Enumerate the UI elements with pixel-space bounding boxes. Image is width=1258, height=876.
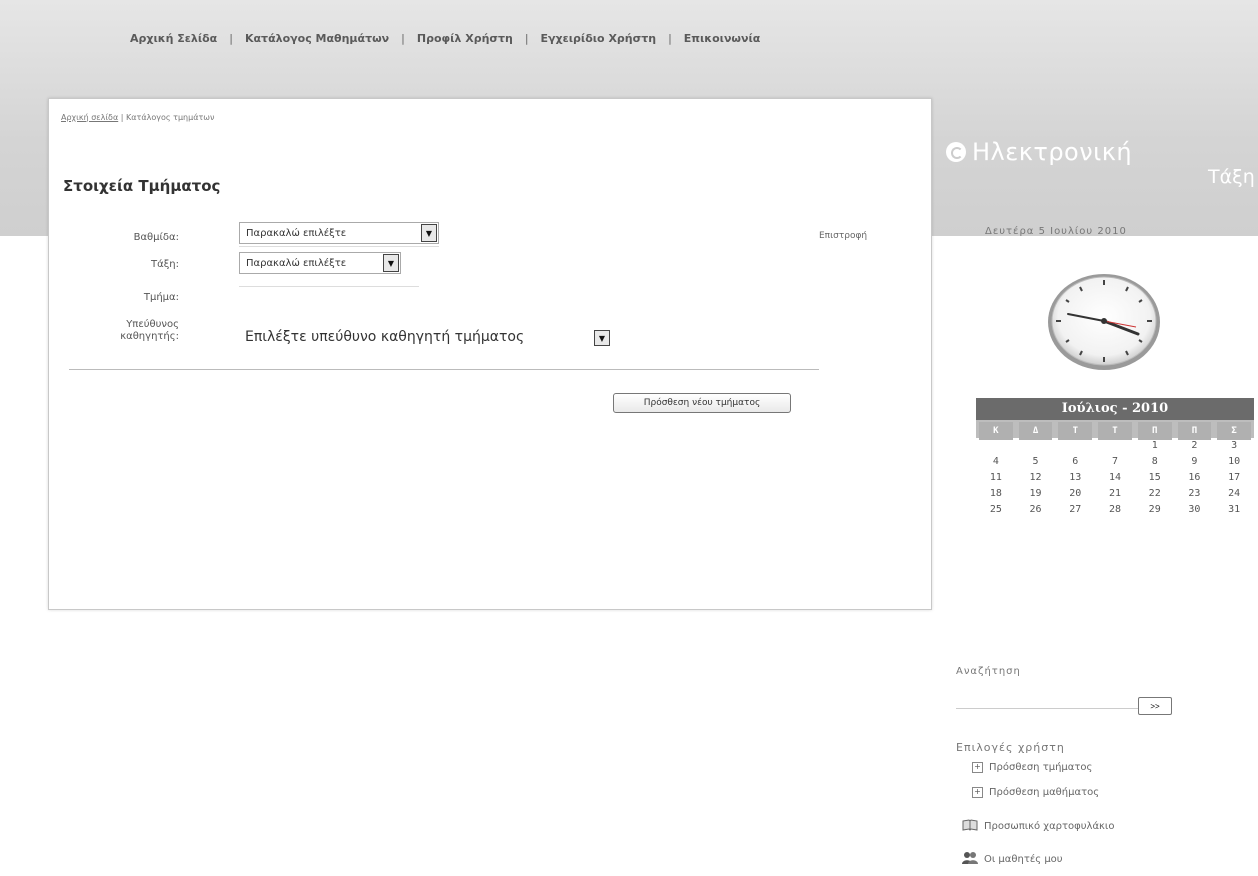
divider [239, 246, 439, 247]
calendar-day[interactable]: 11 [976, 470, 1016, 486]
search-button[interactable]: >> [1138, 697, 1172, 715]
my-students-label: Οι μαθητές μου [984, 854, 1063, 865]
nav-separator: | [524, 32, 529, 45]
nav-separator: | [668, 32, 672, 45]
grade-label: Βαθμίδα: [133, 232, 179, 243]
user-options-title: Επιλογές χρήστη [956, 741, 1065, 754]
calendar-day[interactable]: 28 [1095, 502, 1135, 518]
breadcrumb-home-link[interactable]: Αρχική σελίδα [61, 113, 118, 122]
back-link[interactable]: Επιστροφή [819, 231, 867, 241]
chevron-down-icon[interactable]: ▼ [594, 330, 610, 346]
calendar-day[interactable]: 13 [1055, 470, 1095, 486]
portfolio-label: Προσωπικό χαρτοφυλάκιο [984, 821, 1115, 832]
calendar-days: 1 2 3 4 5 6 7 8 9 10 11 12 13 14 15 16 1… [976, 438, 1254, 518]
calendar-day[interactable]: 27 [1055, 502, 1095, 518]
calendar-day[interactable]: 1 [1135, 438, 1175, 454]
divider [69, 369, 819, 370]
plus-icon: + [972, 787, 983, 798]
calendar-day[interactable] [1016, 438, 1056, 454]
calendar-day[interactable]: 9 [1175, 454, 1215, 470]
chevron-down-icon[interactable]: ▼ [421, 224, 437, 242]
calendar-day[interactable]: 15 [1135, 470, 1175, 486]
add-section-link[interactable]: + Πρόσθεση τμήματος [972, 762, 1092, 773]
teacher-select[interactable]: Επιλέξτε υπεύθυνο καθηγητή τμήματος ▼ [239, 324, 611, 350]
portfolio-link[interactable]: Προσωπικό χαρτοφυλάκιο [962, 819, 1114, 834]
calendar: Ιούλιος - 2010 Κ Δ Τ Τ Π Π Σ 1 2 3 4 5 6… [976, 398, 1254, 518]
breadcrumb-separator: | [120, 113, 124, 122]
calendar-day[interactable]: 22 [1135, 486, 1175, 502]
calendar-day[interactable]: 25 [976, 502, 1016, 518]
calendar-day[interactable]: 3 [1214, 438, 1254, 454]
calendar-day[interactable]: 5 [1016, 454, 1056, 470]
calendar-day[interactable]: 2 [1175, 438, 1215, 454]
nav-course-catalog[interactable]: Κατάλογος Μαθημάτων [245, 32, 389, 45]
class-select-value: Παρακαλώ επιλέξτε [246, 257, 347, 269]
nav-separator: | [229, 32, 233, 45]
nav-user-manual[interactable]: Εγχειρίδιο Χρήστη [541, 32, 657, 45]
nav-separator: | [401, 32, 405, 45]
calendar-day[interactable] [1055, 438, 1095, 454]
clock-icon [1042, 268, 1166, 376]
site-logo: Ηλεκτρονική Τάξη [946, 138, 1255, 188]
users-icon [962, 851, 978, 868]
main-panel: Αρχική σελίδα | Κατάλογος τμημάτων Στοιχ… [48, 98, 932, 610]
plus-icon: + [972, 762, 983, 773]
calendar-day[interactable] [976, 438, 1016, 454]
calendar-day[interactable]: 10 [1214, 454, 1254, 470]
teacher-label-line2: καθηγητής: [120, 331, 179, 342]
calendar-day[interactable]: 18 [976, 486, 1016, 502]
add-section-label: Πρόσθεση τμήματος [989, 762, 1093, 773]
add-section-button[interactable]: Πρόσθεση νέου τμήματος [613, 393, 791, 413]
calendar-day[interactable]: 4 [976, 454, 1016, 470]
logo-text-line2: Τάξη [1208, 166, 1255, 188]
logo-icon [946, 142, 966, 162]
calendar-day[interactable]: 8 [1135, 454, 1175, 470]
breadcrumb-current: Κατάλογος τμημάτων [126, 113, 215, 122]
search-input[interactable] [956, 684, 1140, 709]
calendar-header: Ιούλιος - 2010 [976, 398, 1254, 420]
calendar-day[interactable]: 12 [1016, 470, 1056, 486]
calendar-day[interactable]: 16 [1175, 470, 1215, 486]
section-label: Τμήμα: [143, 292, 179, 303]
nav-contact[interactable]: Επικοινωνία [684, 32, 761, 45]
calendar-day[interactable]: 19 [1016, 486, 1056, 502]
calendar-day[interactable]: 6 [1055, 454, 1095, 470]
teacher-label: Υπεύθυνος καθηγητής: [49, 319, 179, 343]
calendar-day[interactable]: 20 [1055, 486, 1095, 502]
calendar-day[interactable]: 17 [1214, 470, 1254, 486]
add-course-link[interactable]: + Πρόσθεση μαθήματος [972, 787, 1099, 798]
calendar-day[interactable]: 31 [1214, 502, 1254, 518]
chevron-down-icon[interactable]: ▼ [383, 254, 399, 272]
calendar-day[interactable] [1095, 438, 1135, 454]
calendar-day[interactable]: 24 [1214, 486, 1254, 502]
page-title: Στοιχεία Τμήματος [63, 177, 221, 195]
search-label: Αναζήτηση [956, 666, 1021, 677]
class-select[interactable]: Παρακαλώ επιλέξτε ▼ [239, 252, 401, 274]
nav-home[interactable]: Αρχική Σελίδα [130, 32, 217, 45]
calendar-day[interactable]: 23 [1175, 486, 1215, 502]
calendar-day[interactable]: 21 [1095, 486, 1135, 502]
calendar-day[interactable]: 26 [1016, 502, 1056, 518]
grade-select-value: Παρακαλώ επιλέξτε [246, 227, 347, 239]
logo-text-line1: Ηλεκτρονική [972, 138, 1133, 166]
calendar-day[interactable]: 7 [1095, 454, 1135, 470]
calendar-day[interactable]: 30 [1175, 502, 1215, 518]
calendar-day[interactable]: 29 [1135, 502, 1175, 518]
class-label: Τάξη: [151, 259, 179, 270]
teacher-select-value: Επιλέξτε υπεύθυνο καθηγητή τμήματος [245, 329, 525, 345]
add-course-label: Πρόσθεση μαθήματος [989, 787, 1100, 798]
current-date: Δευτέρα 5 Ιουλίου 2010 [985, 226, 1127, 237]
calendar-day[interactable]: 14 [1095, 470, 1135, 486]
teacher-label-line1: Υπεύθυνος [126, 319, 179, 330]
grade-select[interactable]: Παρακαλώ επιλέξτε ▼ [239, 222, 439, 244]
my-students-link[interactable]: Οι μαθητές μου [962, 851, 1063, 868]
breadcrumb: Αρχική σελίδα | Κατάλογος τμημάτων [61, 113, 214, 122]
divider [239, 286, 419, 287]
calendar-weekdays: Κ Δ Τ Τ Π Π Σ [976, 420, 1254, 440]
book-icon [962, 819, 978, 834]
nav-user-profile[interactable]: Προφίλ Χρήστη [417, 32, 513, 45]
top-navigation: Αρχική Σελίδα | Κατάλογος Μαθημάτων | Πρ… [130, 32, 760, 45]
